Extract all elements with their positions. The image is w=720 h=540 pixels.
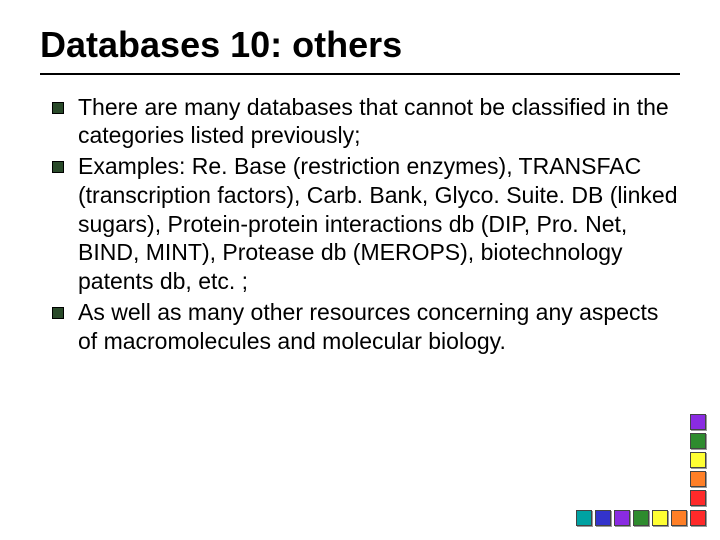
color-swatch xyxy=(576,510,592,526)
bullet-item: There are many databases that cannot be … xyxy=(78,93,680,151)
slide-title: Databases 10: others xyxy=(40,25,680,65)
color-swatch-column xyxy=(690,414,706,506)
color-swatch xyxy=(690,490,706,506)
color-swatch xyxy=(633,510,649,526)
color-swatch xyxy=(652,510,668,526)
color-swatch xyxy=(671,510,687,526)
bullet-list: There are many databases that cannot be … xyxy=(40,93,680,356)
title-rule xyxy=(40,73,680,75)
color-swatch xyxy=(690,414,706,430)
color-swatch xyxy=(690,433,706,449)
color-swatch xyxy=(595,510,611,526)
color-swatch xyxy=(690,510,706,526)
color-swatch-row xyxy=(576,510,706,526)
bullet-item: As well as many other resources concerni… xyxy=(78,298,680,356)
color-swatch xyxy=(690,452,706,468)
color-swatch xyxy=(614,510,630,526)
color-swatch xyxy=(690,471,706,487)
bullet-item: Examples: Re. Base (restriction enzymes)… xyxy=(78,152,680,296)
slide: Databases 10: others There are many data… xyxy=(0,0,720,540)
